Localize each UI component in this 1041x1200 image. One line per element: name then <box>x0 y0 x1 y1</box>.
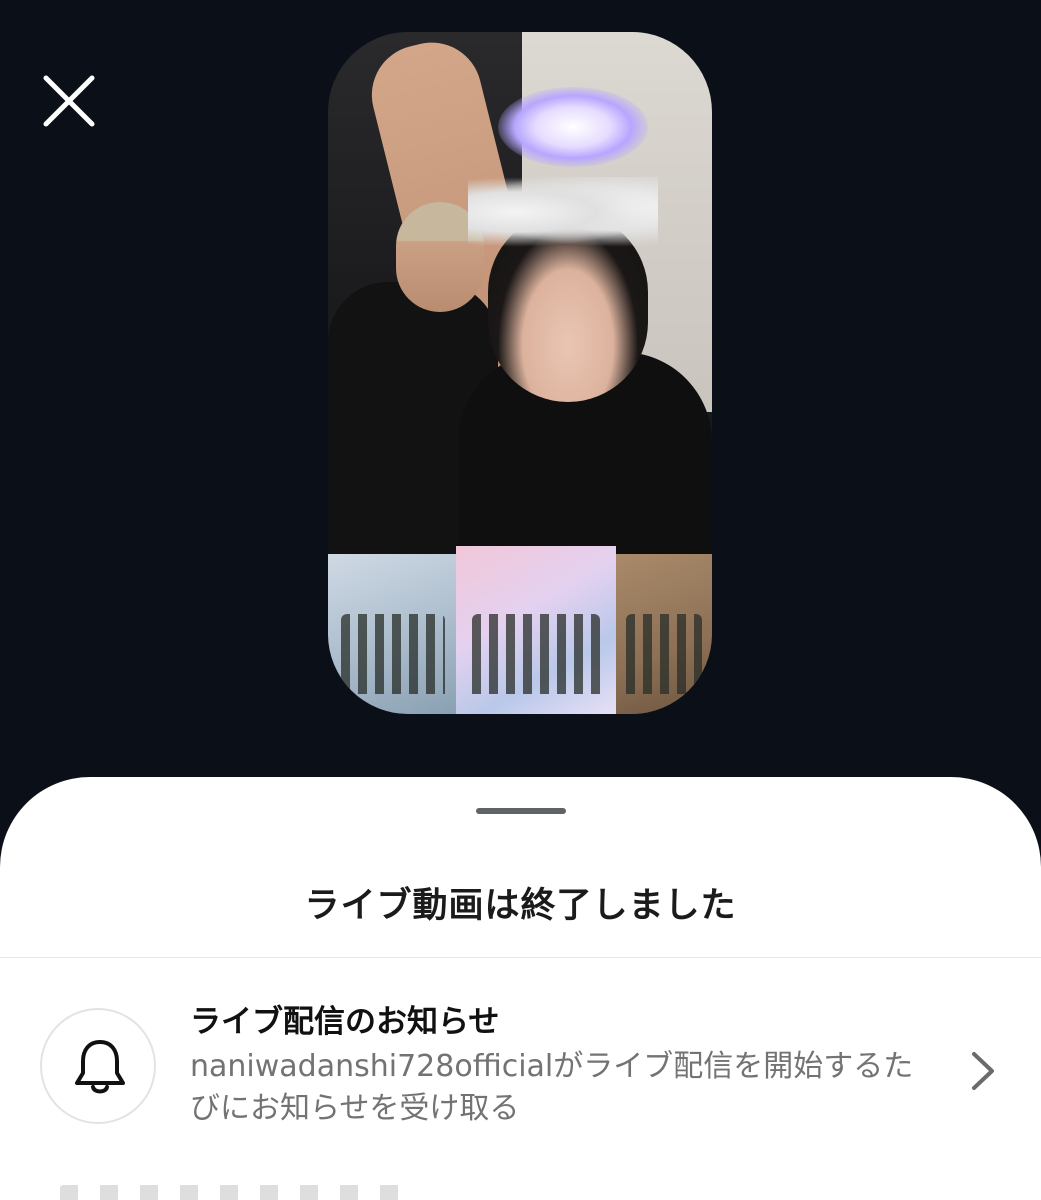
sheet-grabber[interactable] <box>476 808 566 814</box>
close-button[interactable] <box>40 72 98 130</box>
live-ended-sheet: ライブ動画は終了しました ライブ配信のお知らせ naniwadanshi728o… <box>0 777 1041 1200</box>
album-covers <box>328 544 712 714</box>
sheet-title: ライブ動画は終了しました <box>304 886 737 926</box>
close-icon <box>43 75 95 127</box>
bell-icon-container <box>40 1008 156 1124</box>
notification-description: naniwadanshi728officialがライブ配信を開始するたびにお知ら… <box>190 1049 914 1126</box>
bell-icon <box>75 1040 125 1094</box>
chevron-right-icon <box>968 1050 998 1092</box>
notification-title: ライブ配信のお知らせ <box>190 1004 500 1040</box>
album-cover <box>456 546 616 714</box>
album-cover <box>616 554 712 714</box>
angel-wings-headband <box>468 177 658 247</box>
divider <box>0 957 1041 958</box>
live-notification-row[interactable]: ライブ配信のお知らせ naniwadanshi728officialがライブ配信… <box>0 982 1041 1132</box>
live-video-preview[interactable] <box>328 32 712 714</box>
next-row-cut-off <box>60 1185 420 1200</box>
light-halo <box>498 87 648 167</box>
album-cover <box>328 554 458 714</box>
